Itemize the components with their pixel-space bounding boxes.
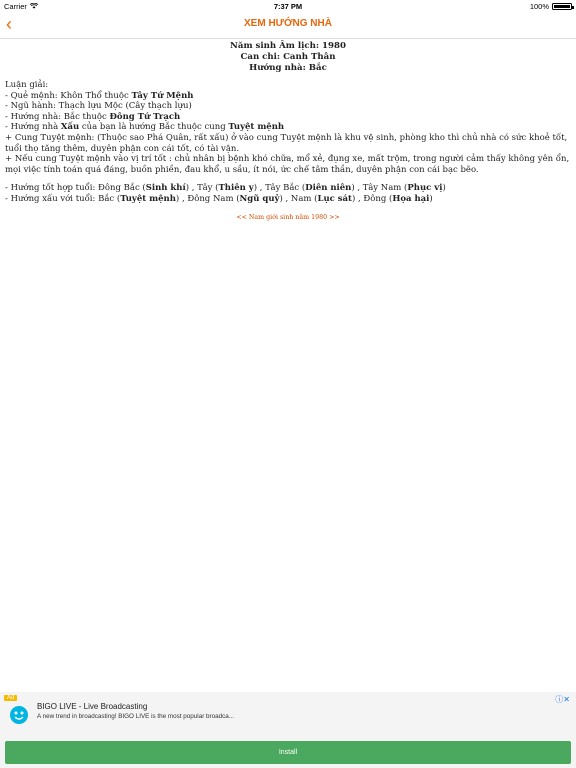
house-direction-line: Hướng nhà: Bắc — [249, 63, 327, 73]
bad-directions-line: - Hướng xấu với tuổi: Bắc (Tuyệt mệnh) ,… — [5, 193, 433, 204]
good-position-paragraph: + Nếu cung Tuyệt mệnh vào vị trí tốt : c… — [5, 154, 570, 175]
que-menh-line: - Quẻ mệnh: Khôn Thổ thuộc Tây Tứ Mệnh — [5, 90, 194, 101]
navigation-bar: ‹ XEM HƯỚNG NHÀ — [0, 12, 576, 39]
ad-description: A new trend in broadcasting! BIGO LIVE i… — [37, 713, 235, 720]
nav-title: XEM HƯỚNG NHÀ — [244, 18, 332, 29]
ad-title: BIGO LIVE - Live Broadcasting — [37, 702, 148, 711]
tuyet-menh-paragraph: + Cung Tuyệt mệnh: (Thuộc sao Phá Quân, … — [5, 132, 568, 154]
install-button[interactable]: Install — [5, 741, 571, 764]
status-right: 100% — [529, 2, 574, 11]
huong-xau-line: - Hướng nhà Xấu của bạn là hướng Bắc thu… — [5, 122, 285, 133]
related-year-link[interactable]: << Nam giới sinh năm 1980 >> — [5, 213, 571, 224]
status-bar: Carrier 7:37 PM 100% — [0, 0, 576, 12]
ad-badge: Ad — [4, 695, 18, 701]
battery-icon — [552, 3, 574, 10]
ngu-hanh-line: - Ngũ hành: Thạch lựu Mộc (Cây thạch lựu… — [5, 101, 192, 112]
good-directions-line: - Hướng tốt hợp tuổi: Đông Bắc (Sinh khí… — [5, 183, 446, 194]
status-time: 7:37 PM — [273, 2, 303, 11]
ad-choices-icon[interactable]: ⓘ✕ — [555, 694, 570, 705]
battery-percent: 100% — [529, 2, 549, 11]
huong-nha-line: - Hướng nhà: Bắc thuộc Đông Tứ Trạch — [5, 111, 181, 122]
content: Năm sinh Âm lịch: 1980 Can chi: Canh Thâ… — [5, 41, 571, 223]
analysis-intro: Luận giải: — [5, 80, 49, 90]
bigo-logo-icon — [7, 704, 31, 726]
can-chi-line: Can chi: Canh Thân — [240, 52, 336, 62]
birth-year-line: Năm sinh Âm lịch: 1980 — [230, 41, 346, 51]
